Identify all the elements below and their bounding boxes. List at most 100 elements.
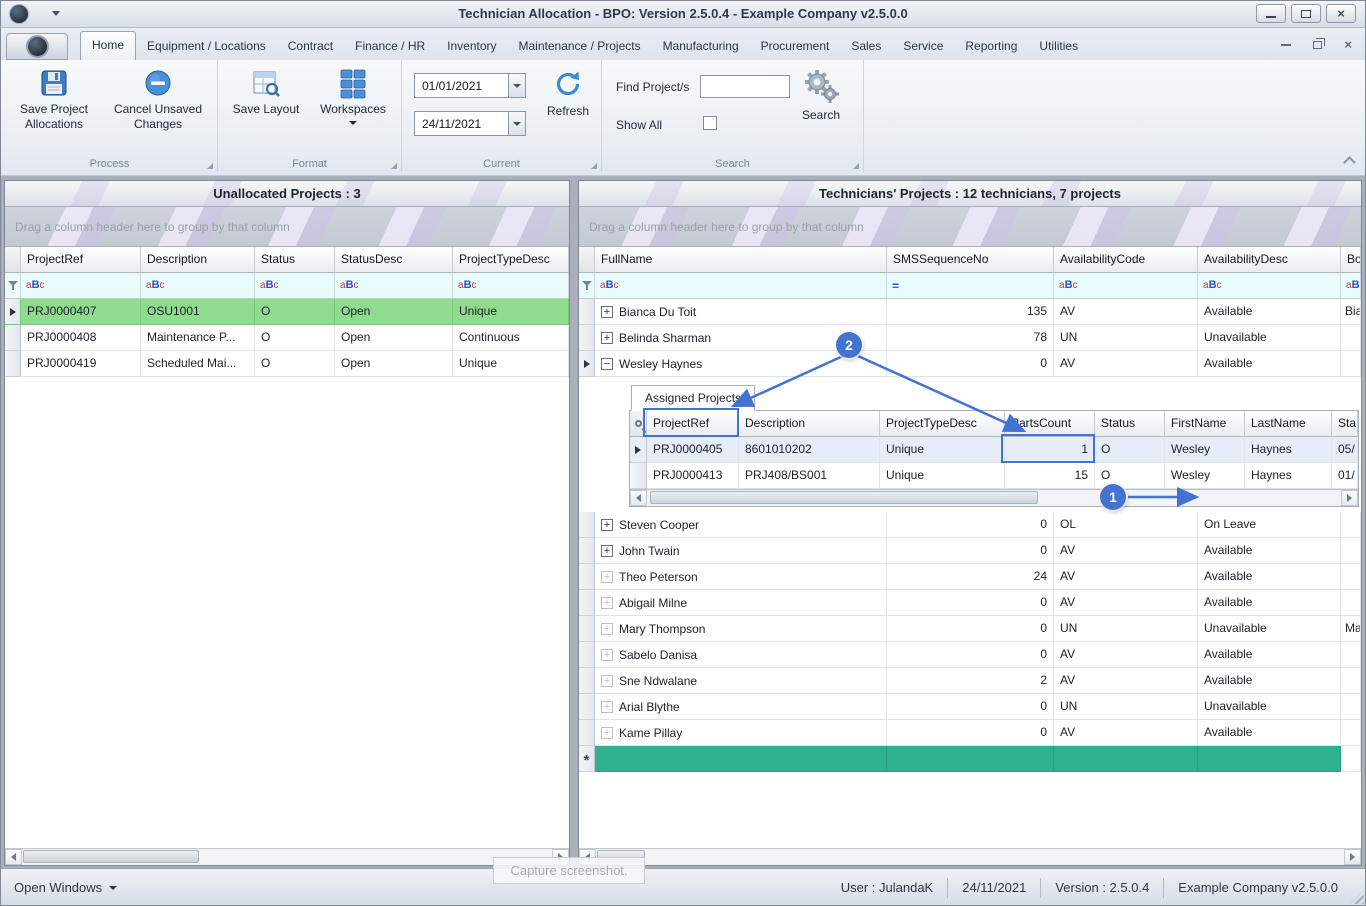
detail-column-header-status[interactable]: Status [1095,411,1165,437]
left-column-header-statusdesc[interactable]: StatusDesc [335,247,453,273]
technician-row[interactable]: + Arial Blythe 0 UN Unavailable [579,694,1361,720]
ribbon-tab-reporting[interactable]: Reporting [954,33,1028,60]
ribbon-tab-equipment-locations[interactable]: Equipment / Locations [136,33,277,60]
date-dropdown-button[interactable] [508,74,525,97]
left-filter-projecttypedesc[interactable]: aBc [453,273,569,299]
assigned-project-row[interactable]: PRJ0000413 PRJ408/BS001 Unique 15 O Wesley Hay… [630,463,1358,489]
collapse-icon[interactable]: − [601,357,613,370]
end-date-picker[interactable]: 24/11/2021 [414,111,526,136]
expand-icon[interactable]: + [601,648,613,661]
close-icon[interactable]: × [1344,38,1352,51]
technician-row[interactable]: + Theo Peterson 24 AV Available [579,564,1361,590]
right-filter-boo[interactable]: aBc [1341,273,1361,299]
workspaces-button[interactable]: Workspaces [312,64,394,125]
technician-row[interactable]: + Sabelo Danisa 0 AV Available [579,642,1361,668]
left-column-header-status[interactable]: Status [255,247,335,273]
ribbon-tab-procurement[interactable]: Procurement [750,33,841,60]
right-filter-fullname[interactable]: aBc [595,273,887,299]
left-column-header-projectref[interactable]: ProjectRef [21,247,141,273]
expand-icon[interactable]: + [601,596,613,609]
left-column-header-description[interactable]: Description [141,247,255,273]
dialog-launcher-icon[interactable] [207,163,213,169]
left-groupby-bar[interactable]: Drag a column header here to group by th… [5,207,569,247]
date-dropdown-button[interactable] [508,112,525,135]
right-groupby-bar[interactable]: Drag a column header here to group by th… [579,207,1361,247]
technician-row[interactable]: + Bianca Du Toit 135 AV Available Bia [579,299,1361,325]
save-project-allocations-button[interactable]: Save Project Allocations [8,64,100,132]
dialog-launcher-icon[interactable] [391,163,397,169]
expand-icon[interactable]: + [601,544,613,557]
restore-icon[interactable] [1313,37,1326,49]
ribbon-tab-service[interactable]: Service [892,33,954,60]
left-filter-statusdesc[interactable]: aBc [335,273,453,299]
scroll-left-arrow-icon[interactable] [5,849,22,865]
refresh-button[interactable]: Refresh [540,64,596,119]
filter-indicator-cell[interactable] [579,273,595,299]
ribbon-tab-finance-hr[interactable]: Finance / HR [344,33,436,60]
technician-row[interactable]: + John Twain 0 AV Available [579,538,1361,564]
project-row[interactable]: PRJ0000408 Maintenance P... O Open Continuou… [5,325,569,351]
left-column-header-projecttypedesc[interactable]: ProjectTypeDesc [453,247,569,273]
minimize-button[interactable] [1256,4,1286,23]
expand-icon[interactable]: + [601,305,613,318]
left-horizontal-scrollbar[interactable] [5,848,569,865]
show-all-checkbox[interactable] [703,116,717,130]
left-filter-projectref[interactable]: aBc [21,273,141,299]
scroll-left-arrow-icon[interactable] [630,490,647,506]
project-row[interactable]: PRJ0000407 OSU1001 O Open Unique [5,299,569,325]
technician-row[interactable]: + Steven Cooper 0 OL On Leave [579,512,1361,538]
application-menu-button[interactable] [6,33,68,60]
new-row[interactable]: * [579,746,1361,772]
technician-row[interactable]: + Belinda Sharman 78 UN Unavailable [579,325,1361,351]
start-date-picker[interactable]: 01/01/2021 [414,73,526,98]
left-filter-description[interactable]: aBc [141,273,255,299]
detail-column-header-firstname[interactable]: FirstName [1165,411,1245,437]
right-filter-smssequenceno[interactable]: = [887,273,1054,299]
dialog-launcher-icon[interactable] [591,163,597,169]
expand-icon[interactable]: + [601,518,613,531]
left-filter-status[interactable]: aBc [255,273,335,299]
scroll-right-arrow-icon[interactable] [1341,490,1358,506]
cancel-unsaved-changes-button[interactable]: Cancel Unsaved Changes [104,64,212,132]
right-column-header-smssequenceno[interactable]: SMSSequenceNo [887,247,1054,273]
detail-column-header-sta[interactable]: Sta [1332,411,1358,437]
minimize-icon[interactable] [1281,43,1292,46]
assigned-project-row[interactable]: PRJ0000405 8601010202 Unique 1 O Wesley Haynes… [630,437,1358,463]
project-row[interactable]: PRJ0000419 Scheduled Mai... O Open Unique [5,351,569,377]
ribbon-tab-maintenance-projects[interactable]: Maintenance / Projects [508,33,652,60]
ribbon-tab-utilities[interactable]: Utilities [1028,33,1089,60]
right-column-header-fullname[interactable]: FullName [595,247,887,273]
open-windows-button[interactable]: Open Windows [14,880,118,895]
detail-column-header-projecttypedesc[interactable]: ProjectTypeDesc [880,411,1005,437]
technician-row[interactable]: + Mary Thompson 0 UN Unavailable Ma [579,616,1361,642]
close-button[interactable]: × [1326,4,1356,23]
scrollbar-thumb[interactable] [23,850,199,863]
filter-indicator-cell[interactable] [5,273,21,299]
technician-row[interactable]: + Kame Pillay 0 AV Available [579,720,1361,746]
ribbon-tab-inventory[interactable]: Inventory [436,33,507,60]
right-column-header-availabilitydesc[interactable]: AvailabilityDesc [1198,247,1341,273]
expand-icon[interactable]: + [601,726,613,739]
ribbon-tab-sales[interactable]: Sales [840,33,892,60]
maximize-button[interactable] [1291,4,1321,23]
right-column-header-availabilitycode[interactable]: AvailabilityCode [1054,247,1198,273]
resize-grip[interactable] [1350,890,1364,904]
expand-icon[interactable]: + [601,570,613,583]
detail-column-header-description[interactable]: Description [739,411,880,437]
detail-horizontal-scrollbar[interactable] [630,489,1358,506]
right-filter-availabilitydesc[interactable]: aBc [1198,273,1341,299]
expand-icon[interactable]: + [601,331,613,344]
scrollbar-thumb[interactable] [650,491,1038,504]
ribbon-tab-manufacturing[interactable]: Manufacturing [652,33,750,60]
right-filter-availabilitycode[interactable]: aBc [1054,273,1198,299]
detail-column-header-lastname[interactable]: LastName [1245,411,1332,437]
technician-row[interactable]: + Abigail Milne 0 AV Available [579,590,1361,616]
collapse-ribbon-icon[interactable] [1343,156,1356,169]
ribbon-tab-home[interactable]: Home [80,31,137,60]
expand-icon[interactable]: + [601,700,613,713]
right-horizontal-scrollbar[interactable] [579,848,1361,865]
right-column-header-boo[interactable]: Boo [1341,247,1361,273]
expand-icon[interactable]: + [601,674,613,687]
search-button[interactable]: Search [788,64,854,123]
technician-row[interactable]: + Sne Ndwalane 2 AV Available [579,668,1361,694]
